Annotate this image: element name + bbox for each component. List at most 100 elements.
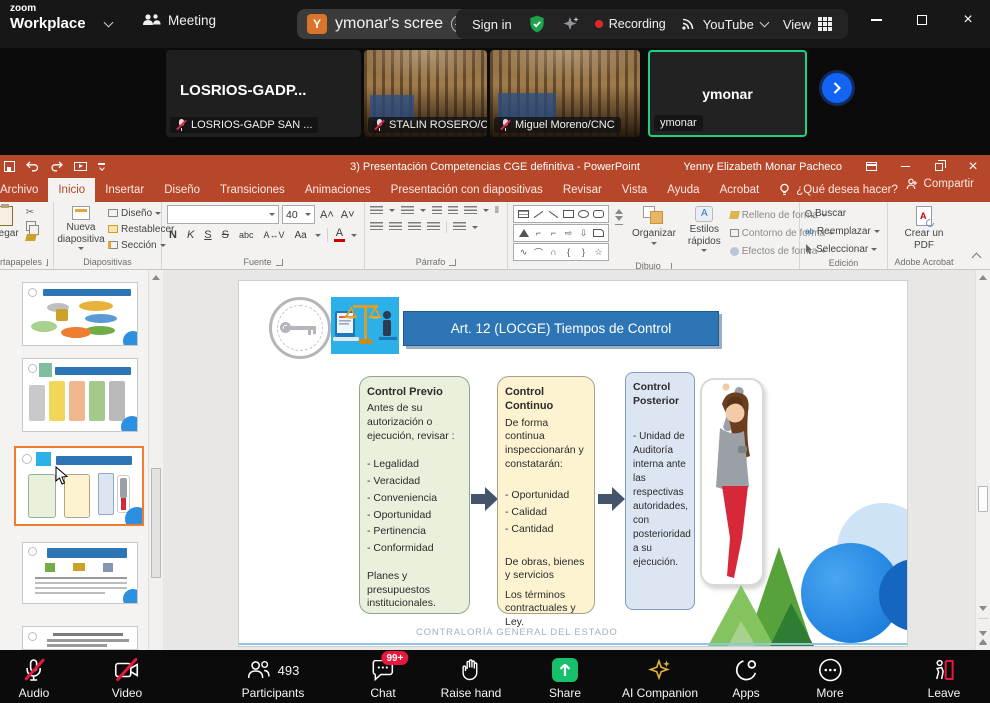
participant-tile[interactable]: Miguel Moreno/CNC: [490, 50, 640, 137]
youtube-live-control[interactable]: YouTube: [681, 17, 768, 32]
tab-diseno[interactable]: Diseño: [154, 178, 210, 202]
strikethrough-button[interactable]: S: [220, 229, 231, 241]
find-button[interactable]: Buscar: [805, 205, 882, 221]
slide-area-scrollbar[interactable]: [975, 270, 990, 650]
select-button[interactable]: Seleccionar: [805, 241, 882, 257]
dialog-launcher-icon[interactable]: [449, 259, 456, 266]
tab-transiciones[interactable]: Transiciones: [210, 178, 295, 202]
create-pdf-button[interactable]: A Crear un PDF: [893, 205, 955, 252]
change-case-button[interactable]: Aa: [293, 230, 309, 241]
tab-insertar[interactable]: Insertar: [95, 178, 154, 202]
tab-presentacion[interactable]: Presentación con diapositivas: [381, 178, 553, 202]
start-slideshow-icon[interactable]: [74, 162, 87, 171]
video-button[interactable]: Video: [112, 658, 142, 700]
meeting-tab[interactable]: Meeting: [142, 12, 216, 28]
cut-icon[interactable]: ✂: [26, 207, 36, 218]
undo-icon[interactable]: [26, 161, 40, 172]
tell-me-box[interactable]: ¿Qué desea hacer?: [769, 178, 908, 202]
security-shield-icon[interactable]: [527, 14, 547, 34]
scroll-up-icon[interactable]: [979, 275, 987, 280]
next-participants-page-button[interactable]: [822, 73, 852, 103]
slide-thumbnail-3-selected[interactable]: [14, 446, 144, 526]
sign-in-button[interactable]: Sign in: [472, 17, 512, 32]
ppt-close-button[interactable]: ×: [956, 155, 990, 178]
chevron-down-icon[interactable]: [104, 18, 114, 28]
participant-tile-active-speaker[interactable]: ymonar ymonar: [648, 50, 807, 137]
italic-button[interactable]: K: [185, 229, 196, 241]
font-size-select[interactable]: 40: [282, 205, 315, 224]
window-close-button[interactable]: ×: [948, 0, 988, 40]
control-posterior-box[interactable]: Control Posterior - Unidad de Auditoría …: [625, 372, 695, 610]
quick-styles-button[interactable]: A Estilos rápidos: [685, 205, 724, 253]
justify-icon[interactable]: [427, 222, 440, 232]
decrease-font-icon[interactable]: A˅: [339, 209, 357, 221]
chat-button[interactable]: 99+ Chat: [370, 658, 395, 700]
arrange-button[interactable]: Organizar: [629, 205, 679, 246]
participants-button[interactable]: 493 Participants: [242, 658, 305, 700]
align-left-icon[interactable]: [370, 222, 383, 232]
font-name-select[interactable]: [167, 205, 279, 224]
control-continuo-box[interactable]: Control Continuo De forma continua inspe…: [497, 376, 595, 614]
align-center-icon[interactable]: [389, 222, 402, 232]
ai-sparkle-icon[interactable]: [562, 15, 580, 33]
window-minimize-button[interactable]: [856, 0, 896, 40]
slide-thumbnail-2[interactable]: [22, 358, 138, 432]
tab-inicio[interactable]: Inicio: [48, 178, 95, 202]
scrollbar-thumb[interactable]: [978, 486, 988, 512]
apps-button[interactable]: Apps: [732, 658, 759, 700]
tab-revisar[interactable]: Revisar: [553, 178, 612, 202]
scroll-up-icon[interactable]: [152, 275, 160, 280]
replace-button[interactable]: abReemplazar: [805, 223, 882, 239]
slide-canvas[interactable]: Art. 12 (LOCGE) Tiempos de Control Contr…: [238, 280, 908, 647]
customize-qat-icon[interactable]: [98, 163, 105, 169]
slide-thumbnail-4[interactable]: [22, 542, 138, 604]
participant-tile[interactable]: STALIN ROSERO/CNC: [364, 50, 487, 137]
slide-thumbnail-5[interactable]: [22, 626, 138, 650]
columns-icon[interactable]: [453, 222, 466, 232]
underline-button[interactable]: S: [202, 229, 213, 241]
shapes-gallery[interactable]: ⌐ ⌐ ⇨ ⇩ ∿ ⌒ ∩ { } ☆: [513, 205, 609, 261]
increase-font-icon[interactable]: A˄: [318, 209, 336, 221]
share-ribbon-button[interactable]: Compartir: [896, 178, 984, 190]
slide-thumbnail-1[interactable]: [22, 282, 138, 346]
tab-ayuda[interactable]: Ayuda: [657, 178, 709, 202]
control-previo-box[interactable]: Control Previo Antes de su autorización …: [359, 376, 470, 614]
participant-tile[interactable]: LOSRIOS-GADP... LOSRIOS-GADP SAN ...: [166, 50, 361, 137]
dialog-launcher-icon[interactable]: [46, 259, 48, 266]
audio-button[interactable]: Audio: [19, 658, 50, 700]
ai-companion-button[interactable]: AI Companion: [622, 658, 698, 700]
view-control[interactable]: View: [783, 17, 832, 32]
scrollbar-thumb[interactable]: [151, 468, 161, 578]
dialog-launcher-icon[interactable]: [276, 259, 283, 266]
ppt-minimize-button[interactable]: [888, 155, 922, 178]
leave-button[interactable]: Leave: [928, 658, 961, 700]
align-right-icon[interactable]: [408, 222, 421, 232]
decrease-indent-icon[interactable]: [432, 206, 442, 216]
ppt-restore-button[interactable]: [922, 155, 956, 178]
text-shadow-button[interactable]: abc: [237, 230, 256, 240]
slide-title-banner[interactable]: Art. 12 (LOCGE) Tiempos de Control: [403, 311, 719, 346]
bold-button[interactable]: N: [167, 229, 179, 241]
format-painter-icon[interactable]: [25, 234, 37, 241]
text-direction-icon[interactable]: ⫴: [495, 205, 499, 216]
recording-indicator[interactable]: Recording: [595, 17, 666, 31]
bullets-icon[interactable]: [370, 206, 383, 216]
dialog-launcher-icon[interactable]: [665, 263, 672, 270]
raise-hand-button[interactable]: Raise hand: [441, 658, 502, 700]
ribbon-display-options-icon[interactable]: [854, 155, 888, 178]
shapes-gallery-scroll[interactable]: [615, 205, 623, 225]
increase-indent-icon[interactable]: [448, 206, 458, 216]
share-screen-button[interactable]: Share: [549, 658, 581, 700]
scroll-down-icon[interactable]: [979, 606, 987, 611]
tab-acrobat[interactable]: Acrobat: [710, 178, 770, 202]
more-button[interactable]: More: [816, 658, 843, 700]
tab-vista[interactable]: Vista: [612, 178, 657, 202]
tab-archivo[interactable]: Archivo: [0, 178, 48, 202]
numbering-icon[interactable]: [401, 206, 414, 216]
save-icon[interactable]: [4, 161, 15, 172]
copy-icon[interactable]: [26, 221, 36, 231]
new-slide-button[interactable]: Nueva diapositiva: [59, 205, 103, 253]
line-spacing-icon[interactable]: [464, 206, 477, 216]
font-color-button[interactable]: A: [334, 228, 345, 242]
thumbnail-panel-scrollbar[interactable]: [148, 270, 163, 650]
